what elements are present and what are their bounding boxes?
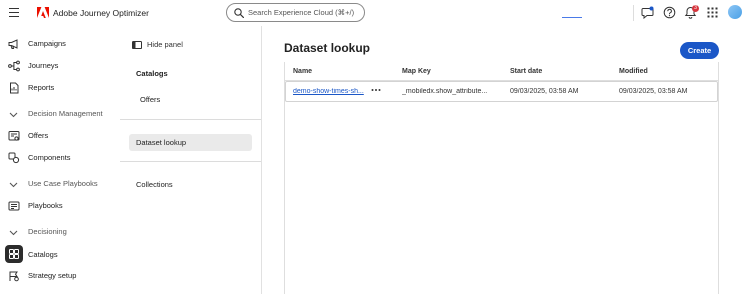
menu-icon[interactable] — [9, 8, 19, 18]
catalogs-panel: Hide panel Catalogs Offers Dataset looku… — [120, 26, 262, 294]
search-box[interactable] — [226, 3, 365, 22]
panel-toggle-icon — [132, 41, 142, 49]
search-input[interactable] — [248, 5, 360, 20]
panel-divider — [120, 119, 262, 120]
panel-divider — [120, 161, 262, 162]
nav-section-label: Use Case Playbooks — [28, 179, 98, 188]
nav-item-offers[interactable]: Offers — [0, 126, 118, 146]
nav-item-playbooks[interactable]: Playbooks — [0, 196, 118, 216]
offers-icon — [8, 131, 20, 141]
avatar[interactable] — [728, 5, 742, 19]
nav-section-label: Decisioning — [28, 227, 67, 236]
nav-item-journeys[interactable]: Journeys — [0, 56, 118, 76]
chevron-down-icon — [9, 230, 18, 236]
apps-grid-icon[interactable] — [706, 6, 719, 19]
column-header-start-date[interactable]: Start date — [510, 68, 542, 75]
left-navigation: Campaigns Journeys Reports Decision Mana… — [0, 26, 120, 294]
nav-item-label: Components — [28, 153, 71, 162]
hide-panel-button[interactable]: Hide panel — [131, 39, 251, 53]
hide-panel-label: Hide panel — [147, 40, 183, 49]
catalogs-icon — [9, 249, 19, 259]
nav-item-label: Journeys — [28, 61, 59, 70]
nav-item-components[interactable]: Components — [0, 148, 118, 168]
panel-border — [261, 26, 262, 294]
loading-indicator — [562, 17, 582, 19]
components-icon — [8, 152, 20, 164]
chevron-down-icon — [9, 182, 18, 188]
column-header-name[interactable]: Name — [293, 68, 312, 75]
top-bar: Adobe Journey Optimizer 3 — [0, 0, 750, 26]
chat-icon[interactable] — [641, 6, 654, 19]
nav-item-label: Reports — [28, 83, 55, 92]
nav-item-catalogs[interactable]: Catalogs — [0, 245, 118, 265]
nav-section-decision-management[interactable]: Decision Management — [0, 104, 118, 124]
search-icon — [234, 8, 244, 18]
notification-badge: 3 — [692, 5, 699, 12]
nav-item-label: Catalogs — [28, 250, 58, 259]
start-date-cell: 09/03/2025, 03:58 AM — [510, 88, 579, 95]
app-title[interactable]: Adobe Journey Optimizer — [53, 8, 149, 18]
journey-icon — [8, 60, 20, 72]
chevron-down-icon — [9, 112, 18, 118]
adobe-logo[interactable] — [37, 7, 49, 18]
panel-item-label: Dataset lookup — [136, 138, 187, 147]
nav-item-reports[interactable]: Reports — [0, 78, 118, 98]
megaphone-icon — [8, 39, 18, 49]
page-title: Dataset lookup — [284, 41, 371, 55]
dataset-name-link[interactable]: demo-show-times-sh... — [293, 88, 367, 95]
create-button[interactable]: Create — [680, 42, 719, 59]
toolbar-divider — [633, 5, 634, 21]
nav-item-strategy-setup[interactable]: Strategy setup — [0, 266, 118, 286]
report-icon — [10, 82, 19, 94]
nav-item-label: Playbooks — [28, 201, 63, 210]
nav-item-label: Campaigns — [28, 39, 66, 48]
nav-section-use-case-playbooks[interactable]: Use Case Playbooks — [0, 174, 118, 194]
strategy-icon — [9, 271, 19, 282]
more-actions-icon[interactable] — [370, 85, 382, 95]
nav-item-label: Strategy setup — [28, 271, 77, 280]
nav-item-campaigns[interactable]: Campaigns — [0, 34, 118, 54]
map-key-cell: _mobiledx.show_attribute... — [402, 88, 488, 95]
nav-section-label: Decision Management — [28, 109, 103, 118]
nav-item-label: Offers — [28, 131, 49, 140]
panel-heading: Catalogs — [136, 69, 168, 78]
panel-item-collections[interactable]: Collections — [136, 180, 173, 189]
playbooks-icon — [8, 201, 20, 211]
column-header-map-key[interactable]: Map Key — [402, 68, 431, 75]
help-icon[interactable] — [663, 6, 676, 19]
modified-cell: 09/03/2025, 03:58 AM — [619, 88, 688, 95]
nav-section-decisioning[interactable]: Decisioning — [0, 222, 118, 242]
column-header-modified[interactable]: Modified — [619, 68, 648, 75]
panel-item-offers[interactable]: Offers — [140, 95, 160, 104]
